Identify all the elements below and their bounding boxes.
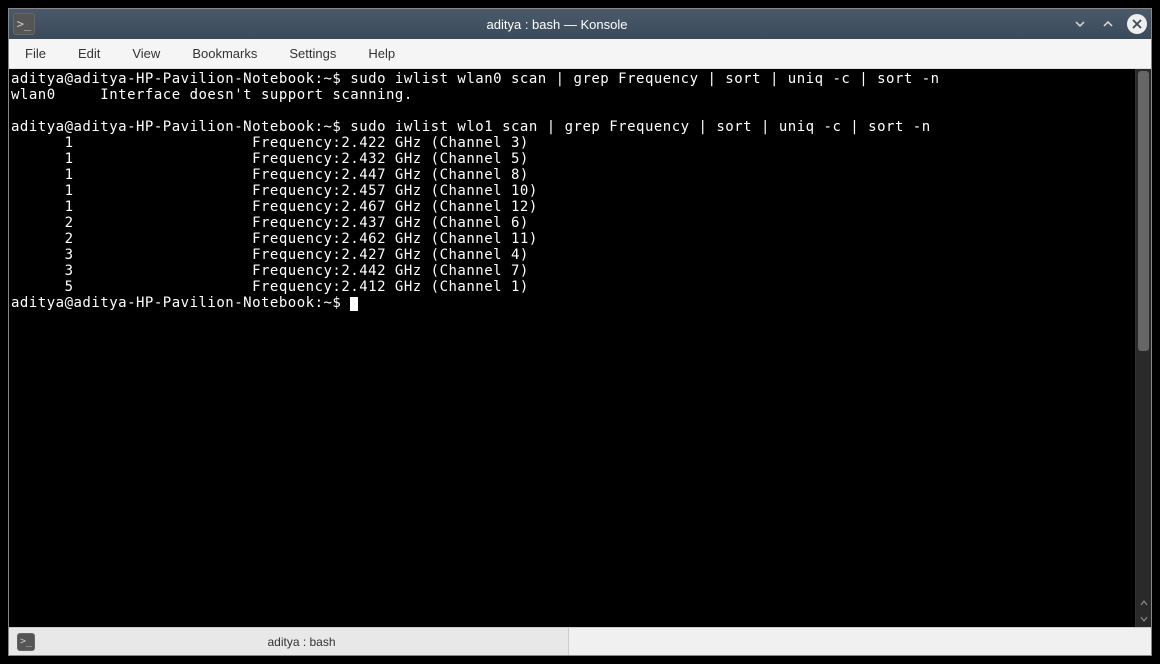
tab-bash[interactable]: >_ aditya : bash [9, 628, 569, 655]
maximize-button[interactable] [1099, 15, 1117, 33]
minimize-button[interactable] [1071, 15, 1089, 33]
konsole-window: >_ aditya : bash — Konsole File Edit Vie… [8, 8, 1152, 656]
close-button[interactable] [1127, 14, 1147, 34]
app-icon: >_ [13, 13, 35, 35]
close-icon [1131, 18, 1143, 30]
terminal[interactable]: aditya@aditya-HP-Pavilion-Notebook:~$ su… [9, 69, 1135, 627]
menu-view[interactable]: View [128, 44, 164, 63]
menubar: File Edit View Bookmarks Settings Help [9, 39, 1151, 69]
tab-label: aditya : bash [43, 635, 560, 649]
titlebar[interactable]: >_ aditya : bash — Konsole [9, 9, 1151, 39]
scrollbar-down-button[interactable] [1136, 611, 1151, 627]
scrollbar-thumb[interactable] [1138, 71, 1149, 351]
tabbar: >_ aditya : bash [9, 627, 1151, 655]
terminal-area: aditya@aditya-HP-Pavilion-Notebook:~$ su… [9, 69, 1151, 627]
terminal-prompt: aditya@aditya-HP-Pavilion-Notebook:~$ [11, 295, 350, 311]
terminal-cursor [350, 297, 358, 311]
menu-edit[interactable]: Edit [74, 44, 104, 63]
scrollbar-up-button[interactable] [1136, 595, 1151, 611]
chevron-down-icon [1073, 17, 1087, 31]
window-controls [1071, 14, 1147, 34]
chevron-up-icon [1101, 17, 1115, 31]
menu-bookmarks[interactable]: Bookmarks [188, 44, 261, 63]
menu-help[interactable]: Help [364, 44, 399, 63]
window-title: aditya : bash — Konsole [43, 17, 1071, 32]
chevron-up-icon [1139, 598, 1149, 608]
scrollbar[interactable] [1135, 69, 1151, 627]
chevron-down-icon [1139, 614, 1149, 624]
menu-settings[interactable]: Settings [285, 44, 340, 63]
terminal-icon: >_ [17, 633, 35, 651]
menu-file[interactable]: File [21, 44, 50, 63]
